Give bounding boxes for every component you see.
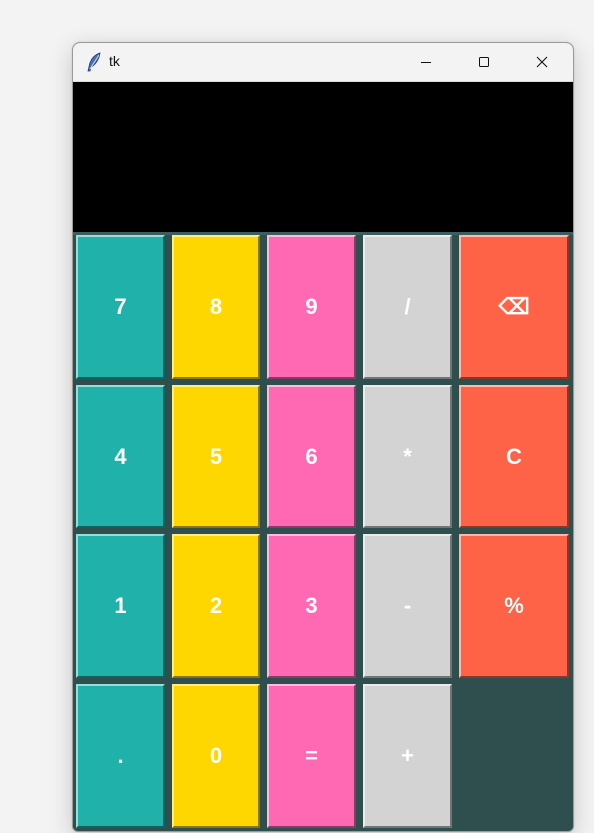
key-multiply[interactable]: *: [363, 385, 452, 528]
minimize-button[interactable]: [397, 43, 455, 81]
key-0[interactable]: 0: [172, 684, 260, 828]
key-4[interactable]: 4: [76, 385, 165, 528]
title-bar[interactable]: tk: [73, 43, 573, 82]
key-subtract[interactable]: -: [363, 534, 452, 678]
feather-icon: [85, 52, 103, 72]
window-title: tk: [109, 53, 120, 69]
key-2[interactable]: 2: [172, 534, 260, 678]
key-equals[interactable]: =: [267, 684, 356, 828]
key-6[interactable]: 6: [267, 385, 356, 528]
key-percent[interactable]: %: [459, 534, 569, 678]
key-1[interactable]: 1: [76, 534, 165, 678]
key-divide[interactable]: /: [363, 235, 452, 379]
key-add[interactable]: +: [363, 684, 452, 828]
key-3[interactable]: 3: [267, 534, 356, 678]
keypad: 7 8 9 / ⌫ 4 5 6 * C 1 2 3 - % . 0 = +: [73, 235, 573, 831]
calculator-display[interactable]: [73, 82, 573, 232]
close-button[interactable]: [513, 43, 571, 81]
key-7[interactable]: 7: [76, 235, 165, 379]
maximize-icon: [478, 56, 490, 68]
key-5[interactable]: 5: [172, 385, 260, 528]
maximize-button[interactable]: [455, 43, 513, 81]
key-backspace[interactable]: ⌫: [459, 235, 569, 379]
key-clear[interactable]: C: [459, 385, 569, 528]
key-8[interactable]: 8: [172, 235, 260, 379]
key-9[interactable]: 9: [267, 235, 356, 379]
minimize-icon: [420, 56, 432, 68]
close-icon: [536, 56, 548, 68]
key-decimal[interactable]: .: [76, 684, 165, 828]
calculator-window: tk 7 8 9 / ⌫ 4 5 6 * C 1 2 3 - % . 0 = +: [72, 42, 574, 832]
